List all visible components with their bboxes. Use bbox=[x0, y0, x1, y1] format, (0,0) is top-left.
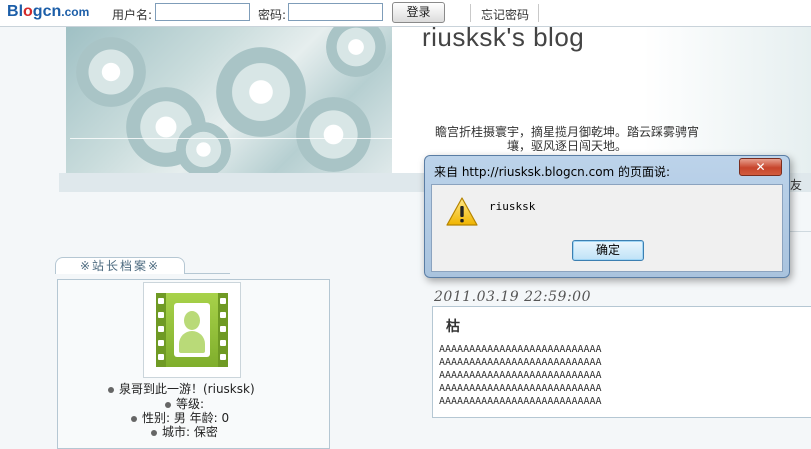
logo-domain: .com bbox=[61, 5, 90, 19]
profile-city-text: 城市: 保密 bbox=[162, 425, 218, 439]
warning-icon bbox=[446, 197, 478, 226]
alert-dialog: 来自 http://riusksk.blogcn.com 的页面说: ✕ riu… bbox=[424, 155, 790, 278]
blog-title[interactable]: riusksk's blog bbox=[422, 22, 584, 53]
header-banner-image bbox=[66, 27, 392, 173]
post-line: AAAAAAAAAAAAAAAAAAAAAAAAAAA bbox=[439, 383, 602, 394]
divider bbox=[538, 4, 539, 22]
logo-letter-o: o bbox=[23, 3, 33, 20]
user-video-icon bbox=[156, 293, 228, 367]
profile-name-text: 泉哥到此一游！(riusksk) bbox=[119, 382, 255, 396]
banner-line bbox=[70, 138, 392, 139]
password-label: 密码: bbox=[258, 8, 287, 22]
username-label: 用户名: bbox=[112, 8, 153, 22]
post-line: AAAAAAAAAAAAAAAAAAAAAAAAAAA bbox=[439, 357, 602, 368]
blogcn-logo[interactable]: Blogcn.com bbox=[7, 3, 89, 21]
blog-motto: 瞻宫折桂摄寰宇，摘星揽月御乾坤。踏云踩雾骋宵壤，驱风逐日闯天地。 bbox=[434, 125, 699, 153]
tab-owner-profile: ※站长档案※ bbox=[55, 257, 185, 274]
post-line: AAAAAAAAAAAAAAAAAAAAAAAAAAA bbox=[439, 344, 602, 355]
forgot-password-link[interactable]: 忘记密码 bbox=[481, 6, 529, 23]
avatar[interactable] bbox=[143, 282, 241, 378]
post-title[interactable]: 枯 bbox=[446, 316, 460, 336]
top-bar: Blogcn.com 用户名: 密码: 登录 忘记密码 bbox=[0, 0, 811, 27]
post-date: 2011.03.19 22:59:00 bbox=[434, 289, 591, 305]
nav-fragment[interactable]: 友 bbox=[790, 176, 802, 193]
ok-button[interactable]: 确定 bbox=[572, 240, 644, 261]
profile-city: 城市: 保密 bbox=[151, 423, 218, 440]
dialog-message: riusksk bbox=[489, 200, 536, 213]
post-line: AAAAAAAAAAAAAAAAAAAAAAAAAAA bbox=[439, 396, 602, 407]
password-input[interactable] bbox=[288, 3, 383, 21]
close-button[interactable]: ✕ bbox=[739, 158, 782, 176]
logo-letters-gcn: gcn bbox=[32, 3, 62, 20]
close-icon: ✕ bbox=[755, 160, 766, 174]
post-body: AAAAAAAAAAAAAAAAAAAAAAAAAAA AAAAAAAAAAAAA… bbox=[439, 343, 602, 408]
login-button[interactable]: 登录 bbox=[392, 2, 445, 23]
dialog-title: 来自 http://riusksk.blogcn.com 的页面说: bbox=[434, 165, 671, 179]
logo-letter-b: B bbox=[7, 3, 19, 20]
dialog-body: riusksk 确定 bbox=[431, 184, 783, 272]
divider bbox=[470, 4, 471, 22]
post-line: AAAAAAAAAAAAAAAAAAAAAAAAAAA bbox=[439, 370, 602, 381]
username-input[interactable] bbox=[155, 3, 250, 21]
